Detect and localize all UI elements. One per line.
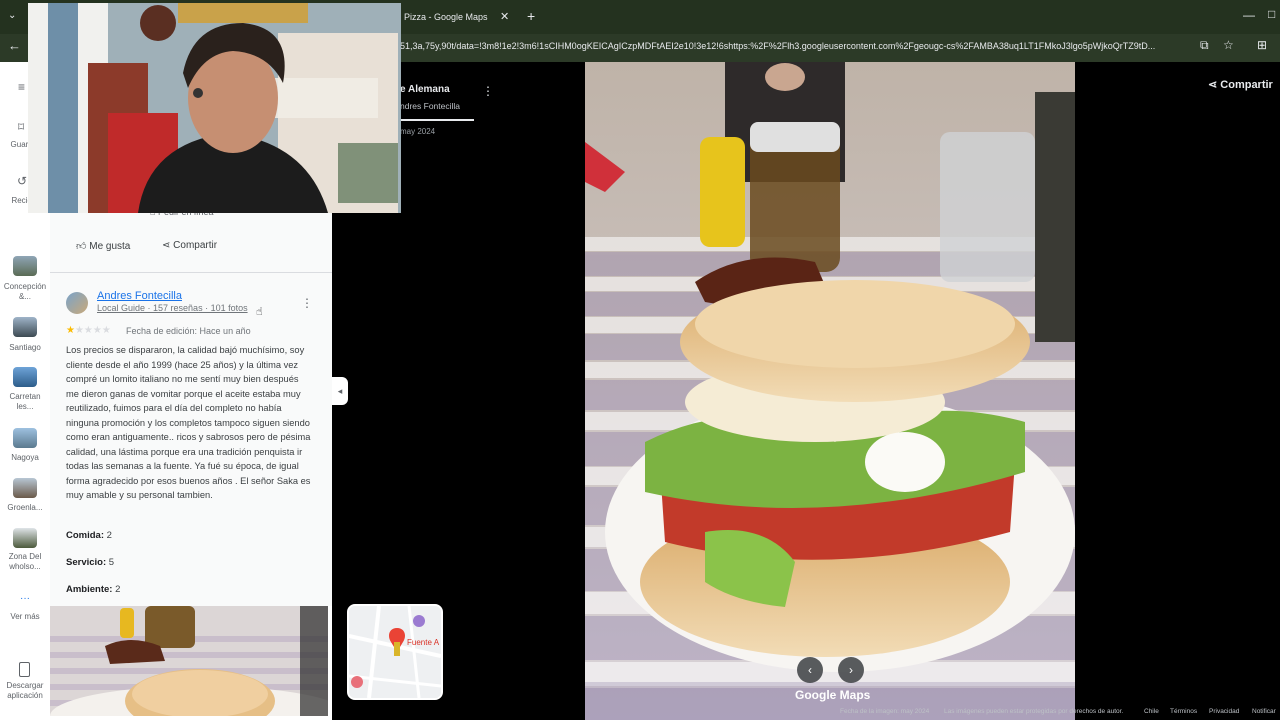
review-more-options-icon[interactable]: ⋮	[301, 296, 313, 310]
chevron-left-icon: ◂	[337, 386, 343, 396]
food-label: Comida:	[66, 530, 104, 541]
rail-groenla-label[interactable]: Groenla...	[0, 503, 50, 513]
privacy-link[interactable]: Privacidad	[1209, 708, 1239, 715]
share-icon: ⋖	[162, 240, 174, 251]
share-photo-button[interactable]: ⋖ Compartir	[1208, 78, 1273, 91]
place-date: may 2024	[400, 127, 436, 136]
image-date: Fecha de la imagen: may 2024	[840, 708, 930, 715]
share-label: Compartir	[173, 240, 218, 251]
thumbs-up-icon: 👍︎	[76, 241, 90, 252]
ambience-value: 2	[115, 584, 121, 595]
rail-santiago-label[interactable]: Santiago	[0, 343, 50, 353]
reviewer-name-link[interactable]: Andres Fontecilla	[97, 290, 182, 302]
report-link[interactable]: Notificar	[1252, 708, 1276, 715]
rating-food: Comida: 2	[66, 530, 112, 541]
more-options-icon[interactable]: ⋮	[482, 84, 494, 98]
tab-close-icon[interactable]: ✕	[500, 10, 509, 23]
edit-date: Fecha de edición: Hace un año	[126, 326, 251, 336]
place-author: ndres Fontecilla	[400, 101, 461, 111]
like-button[interactable]: 👍︎ Me gusta	[76, 240, 130, 252]
recent-place-thumb[interactable]	[13, 528, 37, 548]
bookmark-star-icon[interactable]: ☆	[1223, 38, 1234, 52]
menu-icon[interactable]: ≡	[18, 80, 25, 94]
new-tab-button[interactable]: +	[527, 8, 535, 24]
country-label: Chile	[1144, 708, 1159, 715]
review-text: Los precios se dispararon, la calidad ba…	[66, 345, 311, 500]
google-maps-logo: Google Maps	[795, 688, 871, 702]
more-ellipsis[interactable]: ···	[0, 594, 50, 604]
like-label: Me gusta	[89, 241, 131, 252]
rail-more-label[interactable]: Ver más	[0, 612, 50, 622]
tab-indicator	[400, 119, 474, 121]
recent-place-thumb[interactable]	[13, 367, 37, 387]
service-label: Servicio:	[66, 557, 107, 568]
service-value: 5	[108, 557, 115, 568]
share-icon: ⋖	[1208, 79, 1221, 91]
copyright-notice[interactable]: Las imágenes pueden estar protegidas por…	[944, 708, 1123, 715]
history-icon[interactable]: ↺	[17, 174, 27, 188]
food-value: 2	[106, 530, 112, 541]
star-icon: ★	[66, 325, 75, 336]
cast-icon[interactable]: ⧉	[1200, 38, 1209, 53]
ambience-label: Ambiente:	[66, 584, 113, 595]
reviewer-meta[interactable]: Local Guide · 157 reseñas · 101 fotos	[97, 303, 248, 313]
minimap[interactable]: Fuente A	[347, 604, 443, 700]
phone-icon[interactable]	[19, 662, 30, 677]
recent-place-thumb[interactable]	[13, 428, 37, 448]
webcam-overlay	[28, 3, 401, 213]
divider	[50, 272, 332, 273]
tab-search-icon[interactable]: ⌄	[8, 10, 16, 21]
back-arrow-icon[interactable]: ←	[8, 38, 21, 53]
download-app-label[interactable]: Descargar aplicación	[0, 681, 50, 701]
saved-icon[interactable]: ⌑	[18, 120, 24, 134]
share-review-button[interactable]: ⋖ Compartir	[162, 240, 217, 251]
star-icon: ★★★★	[74, 325, 111, 336]
place-title: e Alemana	[400, 84, 450, 95]
mouse-cursor-icon: ☝︎	[256, 306, 263, 318]
collapse-panel-button[interactable]: ◂	[332, 377, 348, 405]
rating-ambience: Ambiente: 2	[66, 584, 120, 595]
avatar[interactable]	[66, 292, 88, 314]
review-photo-thumbnail[interactable]	[50, 606, 328, 716]
recent-place-thumb[interactable]	[13, 317, 37, 337]
share-photo-label: Compartir	[1220, 79, 1273, 91]
previous-photo-button[interactable]: ‹	[797, 657, 823, 683]
rail-concepcion-label[interactable]: Concepción &...	[0, 282, 50, 302]
rail-carretan-label[interactable]: Carretan les...	[0, 392, 50, 412]
account-icon[interactable]: ⊞	[1257, 38, 1267, 52]
maximize-icon[interactable]: □	[1268, 7, 1275, 21]
minimize-button[interactable]: —	[1243, 8, 1255, 22]
address-bar[interactable]: 51,3a,75y,90t/data=!3m8!1e2!3m6!1sCIHM0o…	[400, 41, 1195, 51]
rating-service: Servicio: 5	[66, 557, 114, 568]
recent-place-thumb[interactable]	[13, 256, 37, 276]
star-rating: ★★★★★	[66, 325, 111, 336]
recent-place-thumb[interactable]	[13, 478, 37, 498]
rail-zona-label[interactable]: Zona Del wholso...	[0, 552, 50, 572]
terms-link[interactable]: Términos	[1170, 708, 1197, 715]
rail-nagoya-label[interactable]: Nagoya	[0, 453, 50, 463]
next-photo-button[interactable]: ›	[838, 657, 864, 683]
map-place-label: Fuente A	[407, 638, 440, 647]
place-photo[interactable]	[585, 62, 1075, 720]
